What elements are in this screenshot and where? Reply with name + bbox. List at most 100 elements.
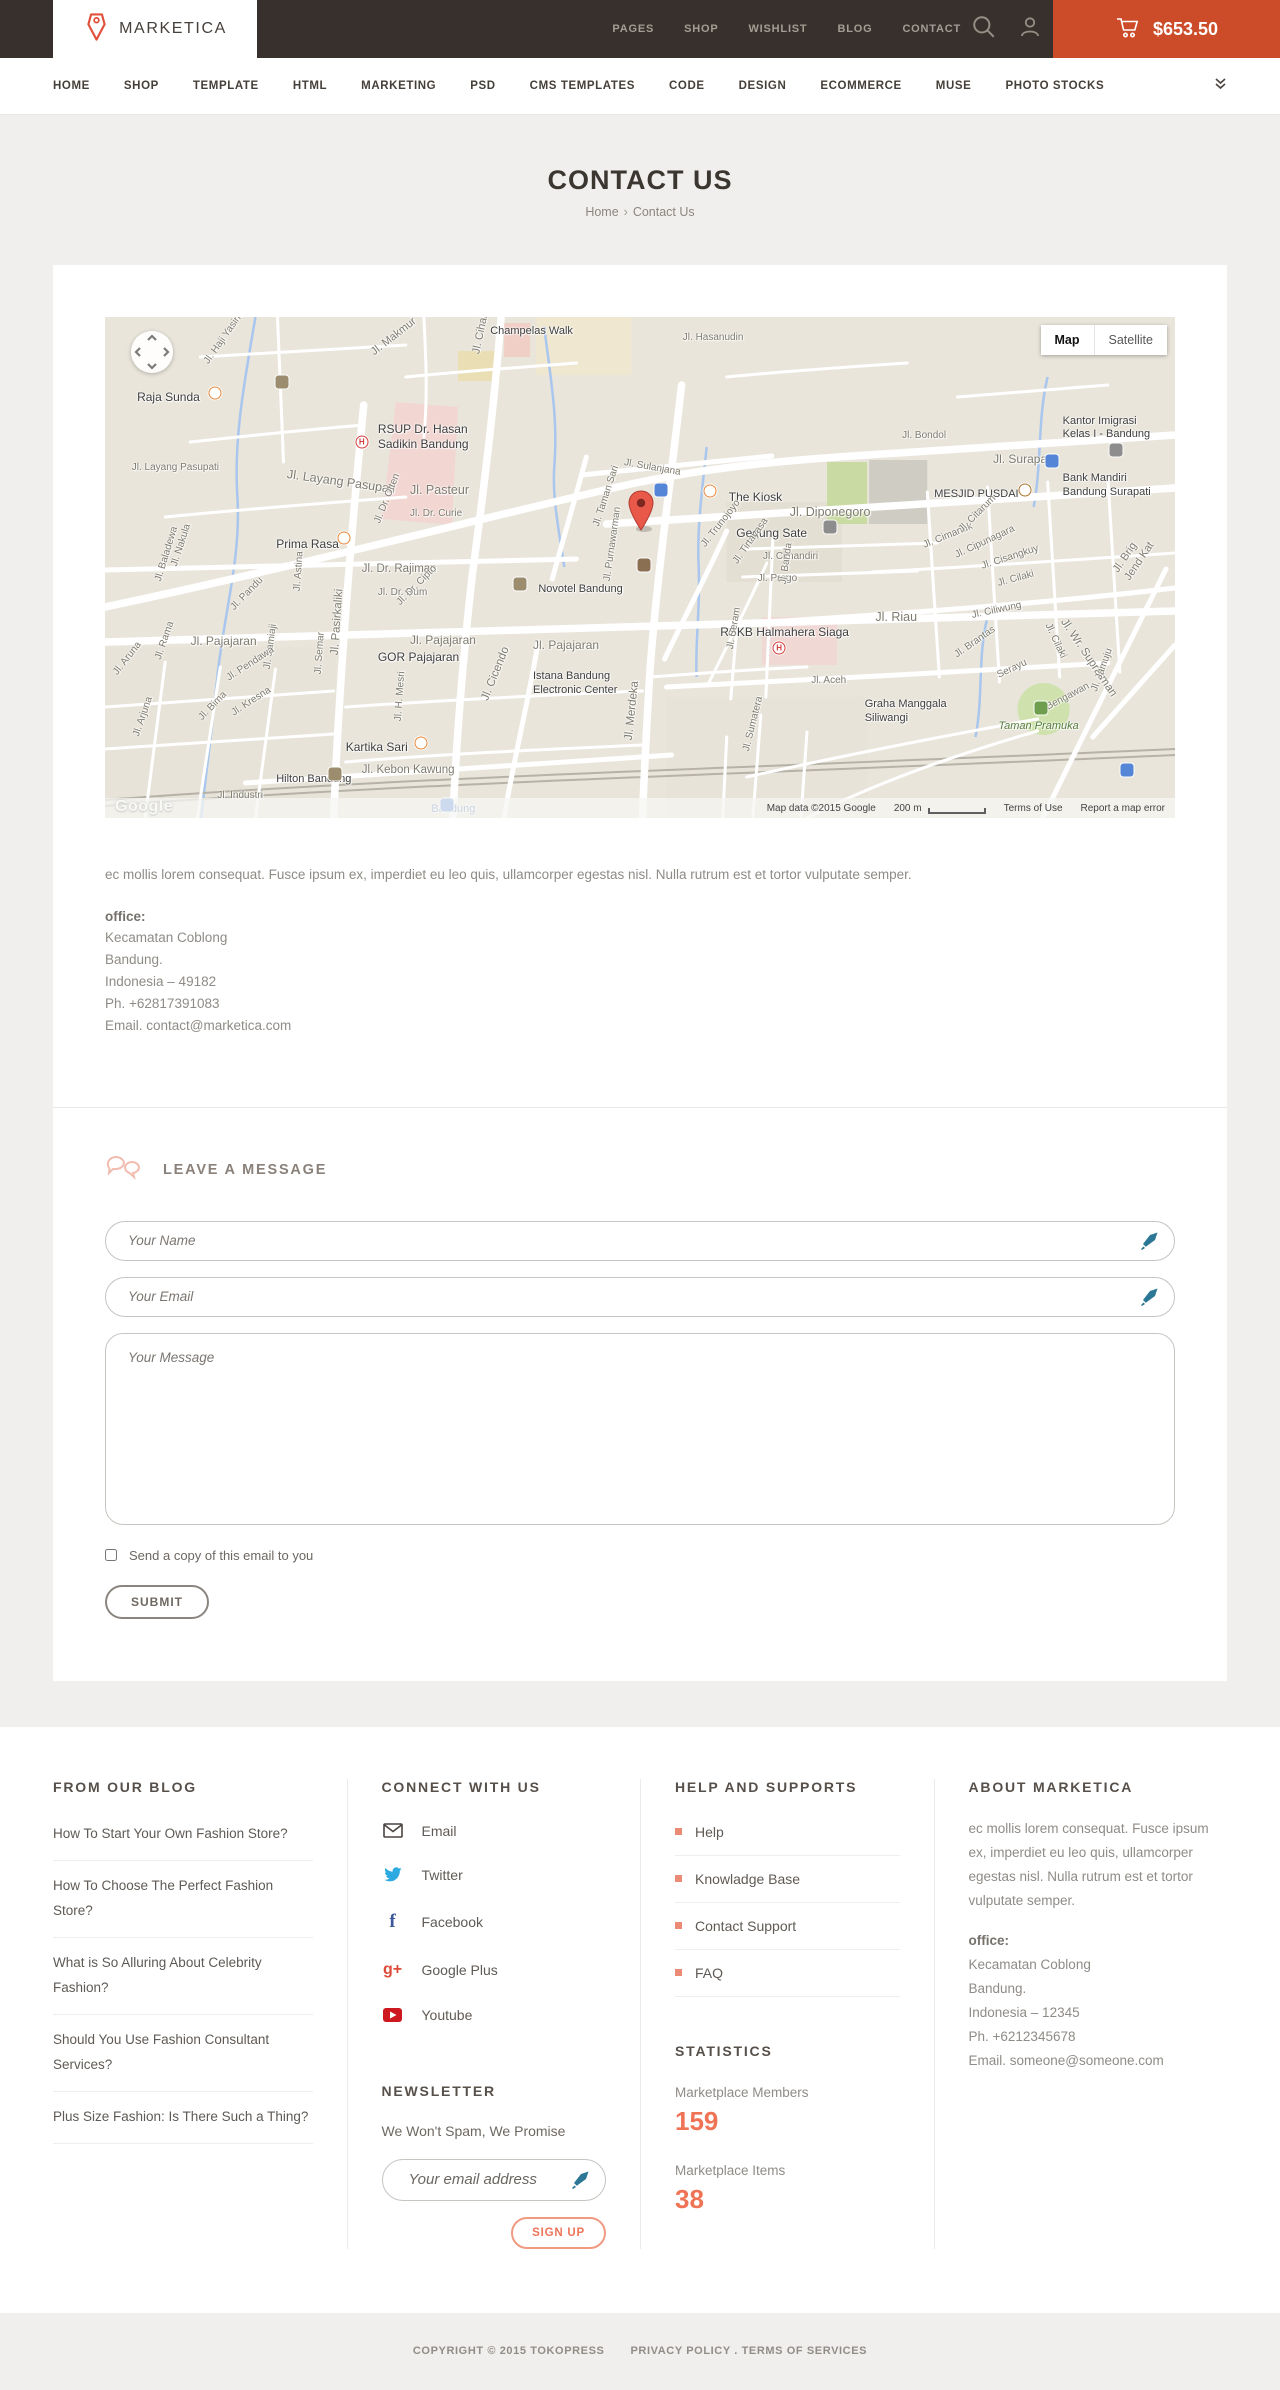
email-icon [382,1823,404,1839]
newsletter-note: We Won't Spam, We Promise [381,2122,566,2139]
restaurant-map-marker [414,736,428,750]
help-link-row[interactable]: Knowladge Base [675,1856,900,1903]
blog-post-link[interactable]: Plus Size Fashion: Is There Such a Thing… [53,2109,308,2124]
catnav-item[interactable]: TEMPLATE [193,80,259,92]
blog-post-list: How To Start Your Own Fashion Store? How … [53,1809,313,2144]
contact-intro-text: ec mollis lorem consequat. Fusce ipsum e… [105,867,912,882]
send-copy-checkbox[interactable] [105,1549,117,1562]
more-categories-button[interactable] [1214,77,1227,96]
address-line: Email. someone@someone.com [968,2052,1164,2068]
page-title: CONTACT US [547,165,733,195]
address-line: Bandung. [105,952,163,968]
blog-post-link[interactable]: What is So Alluring About Celebrity Fash… [53,1955,262,1995]
location-pin-icon[interactable] [627,490,655,537]
message-form-section: LEAVE A MESSAGE Send a copy of this emai [53,1108,1227,1681]
top-nav-link[interactable]: WISHLIST [749,23,808,35]
catnav-item[interactable]: DESIGN [739,80,787,92]
breadcrumb-current: Contact Us [632,205,695,219]
pen-icon [1139,1231,1159,1256]
help-link-row[interactable]: Help [675,1809,900,1856]
connect-link-google-plus[interactable]: g+ Google Plus [382,1947,607,1993]
google-map[interactable]: Champelas Walk Jl. Hasanudin Jl. Cihampela… [105,317,1175,818]
connect-link-facebook[interactable]: f Facebook [382,1897,607,1947]
connect-link-label: Facebook [421,1913,483,1930]
catnav-item[interactable]: PSD [470,80,495,92]
map-label: Kartika Sari [345,740,408,755]
cart-button[interactable]: $653.50 [1053,0,1280,58]
pen-icon [1139,1287,1159,1312]
blog-post-item: What is So Alluring About Celebrity Fash… [53,1938,313,2015]
connect-list: Email Twitter f Facebook g+ Google Plus Youtub… [382,1809,607,2037]
help-link[interactable]: Knowladge Base [695,1871,800,1887]
blog-post-item: Should You Use Fashion Consultant Servic… [53,2015,313,2092]
signup-button[interactable]: SIGN UP [511,2216,606,2249]
address-line: Indonesia – 49182 [105,974,217,990]
catnav-item[interactable]: CODE [669,80,705,92]
map-pan-control[interactable] [131,331,173,373]
map-label: Novotel Bandung [538,582,623,595]
connect-link-twitter[interactable]: Twitter [382,1853,607,1897]
top-nav: PAGES SHOP WISHLIST BLOG CONTACT [612,0,961,58]
blog-post-link[interactable]: How To Choose The Perfect Fashion Store? [53,1878,273,1918]
help-link[interactable]: FAQ [695,1965,723,1981]
report-map-error-link[interactable]: Report a map error [1081,803,1165,814]
address-line: Ph. +62817391083 [105,996,220,1012]
catnav-item[interactable]: HTML [293,80,327,92]
top-nav-link[interactable]: CONTACT [902,23,961,35]
square-bullet-icon [675,1828,682,1836]
map-label: Jl. Aceh [811,675,847,687]
email-input[interactable] [105,1276,1175,1317]
square-bullet-icon [675,1875,682,1883]
connect-link-youtube[interactable]: Youtube [382,1993,607,2037]
top-nav-link[interactable]: SHOP [684,23,718,35]
catnav-item[interactable]: MUSE [936,80,972,92]
top-nav-link[interactable]: PAGES [612,23,654,35]
search-button[interactable] [961,0,1007,58]
address-line: Indonesia – 12345 [968,2004,1080,2020]
privacy-policy-link[interactable]: PRIVACY POLICY [631,2345,731,2357]
blog-post-link[interactable]: How To Start Your Own Fashion Store? [53,1826,288,1841]
landmark-map-marker [823,520,837,534]
map-scalebar: 200 m [894,803,986,814]
blog-post-link[interactable]: Should You Use Fashion Consultant Servic… [53,2032,269,2072]
brand-logo[interactable]: MARKETICA [53,0,257,58]
pen-icon [570,2170,590,2195]
form-heading: LEAVE A MESSAGE [163,1162,328,1179]
terms-of-use-link[interactable]: Terms of Use [1004,803,1063,814]
terms-of-services-link[interactable]: TERMS OF SERVICES [742,2345,868,2357]
map-label: Jl. Pajajaran [533,637,600,652]
map-data-credit: Map data ©2015 Google [766,802,876,814]
catnav-item[interactable]: CMS TEMPLATES [530,80,635,92]
message-textarea[interactable] [105,1332,1175,1525]
map-label: Raja Sunda [137,389,200,404]
catnav-item[interactable]: MARKETING [361,80,436,92]
connect-link-label: Youtube [421,2006,473,2023]
help-link-row[interactable]: Contact Support [675,1903,900,1950]
help-link-row[interactable]: FAQ [675,1950,900,1997]
help-link[interactable]: Contact Support [695,1918,796,1934]
catnav-item[interactable]: ECOMMERCE [820,80,901,92]
search-icon [971,14,997,45]
about-address-lines: Kecamatan Coblong Bandung. Indonesia – 123… [969,1953,1228,2073]
map-label: RSUP Dr. Hasan Sadikin Bandung [377,422,469,452]
bottom-bar: COPYRIGHT © 2015 TOKOPRESS PRIVACY POLIC… [0,2312,1280,2390]
link-separator: . [734,2345,738,2358]
stat-value: 38 [675,2183,704,2214]
satellite-view-button[interactable]: Satellite [1093,325,1167,355]
category-nav: HOME SHOP TEMPLATE HTML MARKETING PSD CMS TEMP… [0,58,1280,115]
mosque-map-marker [1018,483,1032,497]
catnav-item[interactable]: SHOP [124,80,159,92]
map-view-button[interactable]: Map [1040,325,1094,355]
map-label: Kantor Imigrasi Kelas I - Bandung [1062,414,1151,441]
breadcrumb-home-link[interactable]: Home [585,205,618,219]
map-label: Jl. Astina [291,550,306,592]
connect-link-email[interactable]: Email [382,1809,607,1853]
help-link[interactable]: Help [695,1824,724,1840]
name-input[interactable] [105,1220,1175,1261]
account-button[interactable] [1007,0,1053,58]
email-field-wrap [105,1276,1175,1317]
catnav-item[interactable]: PHOTO STOCKS [1005,80,1104,92]
submit-button[interactable]: SUBMIT [105,1584,209,1619]
catnav-item[interactable]: HOME [53,80,90,92]
top-nav-link[interactable]: BLOG [837,23,872,35]
